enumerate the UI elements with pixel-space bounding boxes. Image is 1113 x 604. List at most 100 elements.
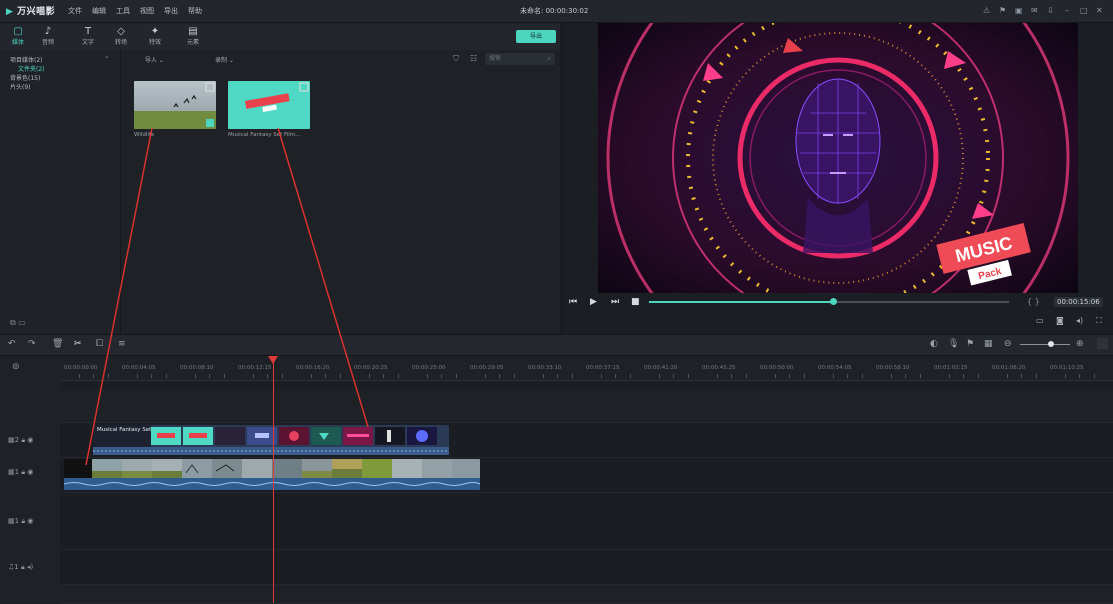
delete-icon[interactable]: 🗑 xyxy=(52,339,63,349)
menu-tools[interactable]: 工具 xyxy=(116,6,130,16)
zoom-in-icon[interactable]: ⊕ xyxy=(1076,339,1084,349)
lock-icon[interactable]: 🔒︎ xyxy=(21,436,25,444)
voiceover-icon[interactable]: 🎙 xyxy=(948,339,959,349)
ruler-tick xyxy=(136,374,138,378)
tool-text[interactable]: T 文字 xyxy=(73,27,103,47)
close-icon[interactable]: ✕ xyxy=(1096,6,1103,15)
fit-timeline-button[interactable] xyxy=(1097,338,1108,349)
folder-icon: ▢ xyxy=(13,26,23,37)
stop-icon[interactable]: ■ xyxy=(631,297,640,307)
prev-frame-icon[interactable]: ⏮ xyxy=(569,297,577,307)
redo-icon[interactable]: ↷ xyxy=(28,339,36,349)
maximize-icon[interactable]: □ xyxy=(1080,6,1088,15)
import-dropdown[interactable]: 导入 ⌄ xyxy=(145,55,164,64)
save-icon[interactable]: ▣ xyxy=(1015,6,1023,15)
media-thumbnail[interactable] xyxy=(134,81,216,129)
tool-elements[interactable]: ▤ 元素 xyxy=(178,26,208,47)
library-item[interactable]: 项目媒体(2) xyxy=(10,55,43,64)
eye-icon[interactable]: ◉ xyxy=(27,436,33,444)
media-thumbnail[interactable] xyxy=(228,81,310,129)
ruler-tick xyxy=(977,374,979,378)
ruler-tick xyxy=(441,374,442,378)
menu-export[interactable]: 导出 xyxy=(164,6,178,16)
ruler-tick xyxy=(310,374,312,378)
cut-icon[interactable]: ✂ xyxy=(74,339,82,349)
audio-track-1[interactable] xyxy=(60,550,1113,585)
lock-icon[interactable]: 🔒︎ xyxy=(21,468,25,476)
render-icon[interactable]: ◐ xyxy=(930,339,938,349)
fullscreen-icon[interactable]: ⛶ xyxy=(1096,316,1102,326)
wildlife-clip[interactable] xyxy=(64,459,480,490)
eye-icon[interactable]: ◉ xyxy=(27,468,33,476)
video-track-3[interactable] xyxy=(60,493,1113,550)
display-settings-icon[interactable]: ▭ xyxy=(1036,316,1044,325)
zoom-slider-handle[interactable] xyxy=(1048,341,1054,347)
alert-icon[interactable]: ⚠ xyxy=(983,6,990,15)
ruler-tick xyxy=(194,374,196,378)
ruler-tick xyxy=(1006,374,1008,378)
playhead-line[interactable] xyxy=(273,360,274,603)
ruler-tick xyxy=(107,374,109,378)
ruler-tick xyxy=(629,374,631,378)
mail-icon[interactable]: ✉ xyxy=(1031,6,1038,15)
tool-transition[interactable]: ◇ 转场 xyxy=(106,27,136,47)
track-head-audio: ♫1 🔒︎ ◂) xyxy=(8,563,34,571)
ruler-tick xyxy=(267,374,268,378)
ruler-tick xyxy=(281,374,283,378)
menu-edit[interactable]: 编辑 xyxy=(92,6,106,16)
mark-in-out-icon[interactable]: { } xyxy=(1027,297,1040,306)
ruler-tick xyxy=(847,374,848,378)
filter-icon[interactable]: ⛉ xyxy=(453,54,459,64)
export-button[interactable]: 导出 xyxy=(516,30,556,43)
ruler-tick xyxy=(673,374,674,378)
library-item[interactable]: 片头(9) xyxy=(10,82,31,91)
minimize-icon[interactable]: – xyxy=(1065,6,1069,15)
chevron-down-icon[interactable]: ⌄ xyxy=(104,52,110,60)
preview-scrubber-handle[interactable] xyxy=(829,298,837,305)
project-title: 未命名: 00:00:30:02 xyxy=(520,7,589,15)
menu-help[interactable]: 帮助 xyxy=(188,6,202,16)
split-screen-icon[interactable]: ▦ xyxy=(984,339,993,349)
zoom-slider[interactable] xyxy=(1020,344,1070,345)
ruler-tick-label: 00:01:02:15 xyxy=(934,365,968,371)
marker-icon[interactable]: ⚑ xyxy=(966,339,974,349)
search-input[interactable]: 搜索 ⌕ xyxy=(485,53,555,65)
tool-audio[interactable]: ♪ 音频 xyxy=(33,27,63,47)
title-clip[interactable]: Musical Fantasy Set xyxy=(93,425,449,455)
volume-icon[interactable]: ◂) xyxy=(1076,316,1083,325)
menu-file[interactable]: 文件 xyxy=(68,6,82,16)
undo-icon[interactable]: ↶ xyxy=(8,339,16,349)
timeline-toolbar xyxy=(0,334,1113,356)
tool-effects[interactable]: ✦ 特效 xyxy=(140,27,170,47)
track-head-video: ▦1 🔒︎ ◉ xyxy=(8,517,34,525)
library-item[interactable]: 背景色(15) xyxy=(10,73,40,82)
media-name: Musical Fantasy Set Film... xyxy=(228,132,301,138)
ruler-tick-label: 00:00:00:00 xyxy=(64,365,98,371)
next-frame-icon[interactable]: ⏭ xyxy=(611,297,619,307)
crop-icon[interactable]: ⧠ xyxy=(96,339,103,349)
folder-add-icon[interactable]: ⧉ ▭ xyxy=(10,318,26,328)
speaker-icon[interactable]: ◂) xyxy=(27,563,33,571)
gift-icon[interactable]: ⚑ xyxy=(999,6,1006,15)
eye-icon[interactable]: ◉ xyxy=(27,517,33,525)
ruler-tick xyxy=(557,374,558,378)
zoom-out-icon[interactable]: ⊖ xyxy=(1004,339,1012,349)
record-dropdown[interactable]: 录制 ⌄ xyxy=(215,55,234,64)
snapshot-icon[interactable]: ◙ xyxy=(1056,316,1064,325)
library-item-selected[interactable]: 文件夹(2) xyxy=(18,64,45,73)
adjust-icon[interactable]: ≡ xyxy=(118,339,126,349)
grid-view-icon[interactable]: ☷ xyxy=(470,54,477,63)
menu-view[interactable]: 视图 xyxy=(140,6,154,16)
play-icon[interactable]: ▶ xyxy=(590,297,597,307)
elements-icon: ▤ xyxy=(188,26,198,37)
link-icon[interactable]: ⊚ xyxy=(12,362,20,372)
lock-icon[interactable]: 🔒︎ xyxy=(21,517,25,525)
ruler-tick xyxy=(1079,374,1080,378)
lock-icon[interactable]: 🔒︎ xyxy=(21,563,25,571)
search-icon: ⌕ xyxy=(547,55,551,62)
ruler-tick xyxy=(1093,374,1095,378)
track-row-empty xyxy=(60,390,1113,423)
download-icon[interactable]: ⇩ xyxy=(1047,6,1054,15)
tool-media[interactable]: ▢ 媒体 xyxy=(3,26,33,47)
ruler-tick xyxy=(499,374,500,378)
